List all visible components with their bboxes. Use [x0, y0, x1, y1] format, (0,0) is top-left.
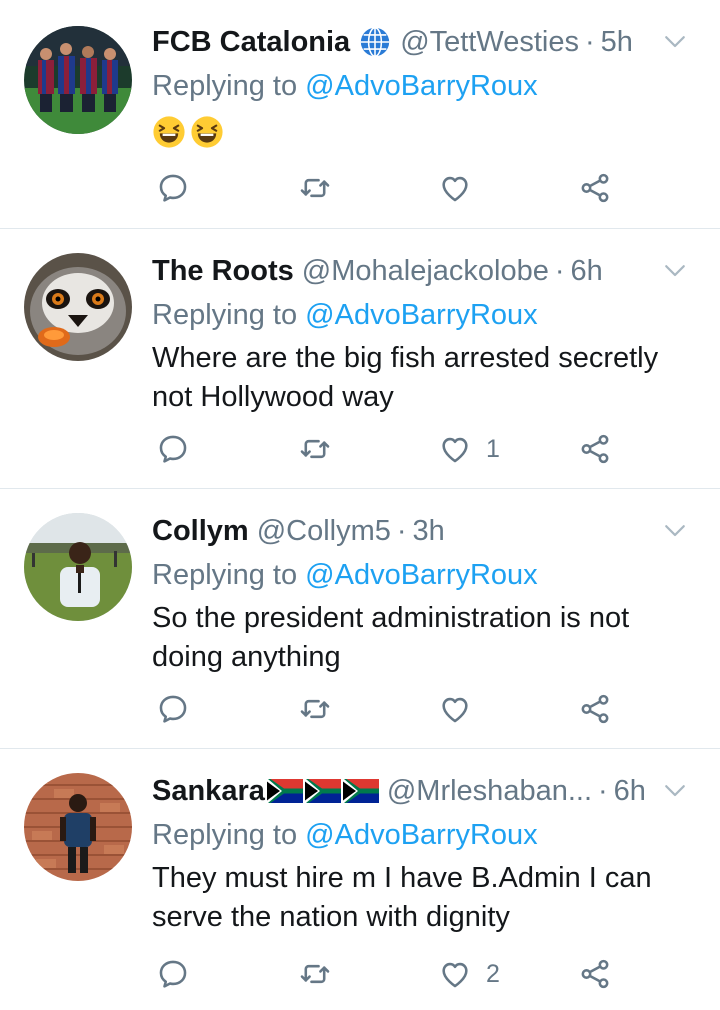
reply-button[interactable] [156, 689, 190, 729]
replying-to: Replying to @AdvoBarryRoux [152, 819, 538, 851]
laughing-emoji-icon [152, 115, 186, 149]
reply-button[interactable] [156, 429, 190, 469]
share-icon [578, 432, 612, 466]
share-icon [578, 171, 612, 205]
mention-link[interactable]: @AdvoBarryRoux [305, 299, 538, 331]
tweet-actions [152, 168, 632, 208]
separator-dot: · [598, 774, 608, 807]
timestamp[interactable]: 3h [413, 515, 445, 548]
heart-icon [438, 957, 472, 991]
reply-button[interactable] [156, 168, 190, 208]
timestamp[interactable]: 5h [601, 26, 633, 59]
heart-icon [438, 692, 472, 726]
mention-link[interactable]: @AdvoBarryRoux [305, 819, 538, 851]
user-handle[interactable]: @Mrleshaban... [387, 775, 592, 808]
mention-link[interactable]: @AdvoBarryRoux [305, 559, 538, 591]
timestamp[interactable]: 6h [571, 255, 603, 288]
share-button[interactable] [578, 168, 612, 208]
laughing-emoji-icon [190, 115, 224, 149]
like-button[interactable]: 2 [438, 954, 500, 994]
chevron-down-icon[interactable] [660, 26, 690, 56]
tweet-4[interactable]: Sankara @Mrleshaban... · 6h Replying to … [0, 749, 720, 1010]
tweet-header: The Roots @Mohalejackolobe · 6h [152, 251, 690, 291]
separator-dot: · [396, 514, 407, 547]
reply-icon [156, 692, 190, 726]
tweet-1[interactable]: FCB Catalonia @TettWesties · 5h Replying… [0, 0, 720, 228]
south-africa-flag-icon [343, 779, 379, 803]
like-button[interactable]: 1 [438, 429, 500, 469]
like-count: 1 [486, 434, 500, 463]
tweet-header: FCB Catalonia @TettWesties · 5h [152, 22, 690, 62]
globe-icon [358, 25, 392, 59]
share-button[interactable] [578, 954, 612, 994]
retweet-button[interactable] [298, 954, 332, 994]
tweet-text: They must hire m I have B.Admin I can se… [152, 862, 652, 933]
avatar[interactable] [24, 513, 132, 621]
reply-icon [156, 432, 190, 466]
tweet-text: So the president administration is not d… [152, 602, 630, 673]
separator-dot: · [584, 25, 595, 58]
avatar[interactable] [24, 26, 132, 134]
reply-button[interactable] [156, 954, 190, 994]
retweet-icon [298, 432, 332, 466]
share-icon [578, 692, 612, 726]
tweet-body [152, 112, 682, 151]
display-name[interactable]: Sankara [152, 775, 379, 808]
tweet-header: Sankara @Mrleshaban... · 6h [152, 771, 690, 811]
display-name[interactable]: The Roots [152, 255, 294, 288]
avatar[interactable] [24, 773, 132, 881]
like-button[interactable] [438, 689, 486, 729]
south-africa-flag-icon [267, 779, 303, 803]
timestamp[interactable]: 6h [614, 775, 646, 808]
tweet-actions: 2 [152, 954, 632, 994]
share-button[interactable] [578, 429, 612, 469]
replying-to: Replying to @AdvoBarryRoux [152, 70, 538, 102]
display-name[interactable]: FCB Catalonia [152, 25, 392, 59]
tweet-text: Where are the big fish arrested secretly… [152, 342, 659, 413]
replying-to: Replying to @AdvoBarryRoux [152, 559, 538, 591]
tweet-header: Collym @Collym5 · 3h [152, 511, 690, 551]
chevron-down-icon[interactable] [660, 775, 690, 805]
replying-to: Replying to @AdvoBarryRoux [152, 299, 538, 331]
tweet-2[interactable]: The Roots @Mohalejackolobe · 6h Replying… [0, 229, 720, 488]
heart-icon [438, 432, 472, 466]
reply-icon [156, 171, 190, 205]
chevron-down-icon[interactable] [660, 255, 690, 285]
mention-link[interactable]: @AdvoBarryRoux [305, 70, 538, 102]
user-handle[interactable]: @TettWesties [400, 26, 579, 59]
avatar[interactable] [24, 253, 132, 361]
retweet-icon [298, 692, 332, 726]
reply-icon [156, 957, 190, 991]
tweet-3[interactable]: Collym @Collym5 · 3h Replying to @AdvoBa… [0, 489, 720, 748]
retweet-button[interactable] [298, 429, 332, 469]
south-africa-flag-icon [305, 779, 341, 803]
like-count: 2 [486, 959, 500, 988]
retweet-button[interactable] [298, 689, 332, 729]
share-icon [578, 957, 612, 991]
like-button[interactable] [438, 168, 486, 208]
tweet-actions: 1 [152, 429, 632, 469]
separator-dot: · [554, 254, 565, 287]
retweet-icon [298, 957, 332, 991]
tweet-actions [152, 689, 632, 729]
share-button[interactable] [578, 689, 612, 729]
retweet-button[interactable] [298, 168, 332, 208]
display-name[interactable]: Collym [152, 515, 249, 548]
user-handle[interactable]: @Collym5 [257, 515, 391, 548]
chevron-down-icon[interactable] [660, 515, 690, 545]
user-handle[interactable]: @Mohalejackolobe [302, 255, 549, 288]
heart-icon [438, 171, 472, 205]
retweet-icon [298, 171, 332, 205]
